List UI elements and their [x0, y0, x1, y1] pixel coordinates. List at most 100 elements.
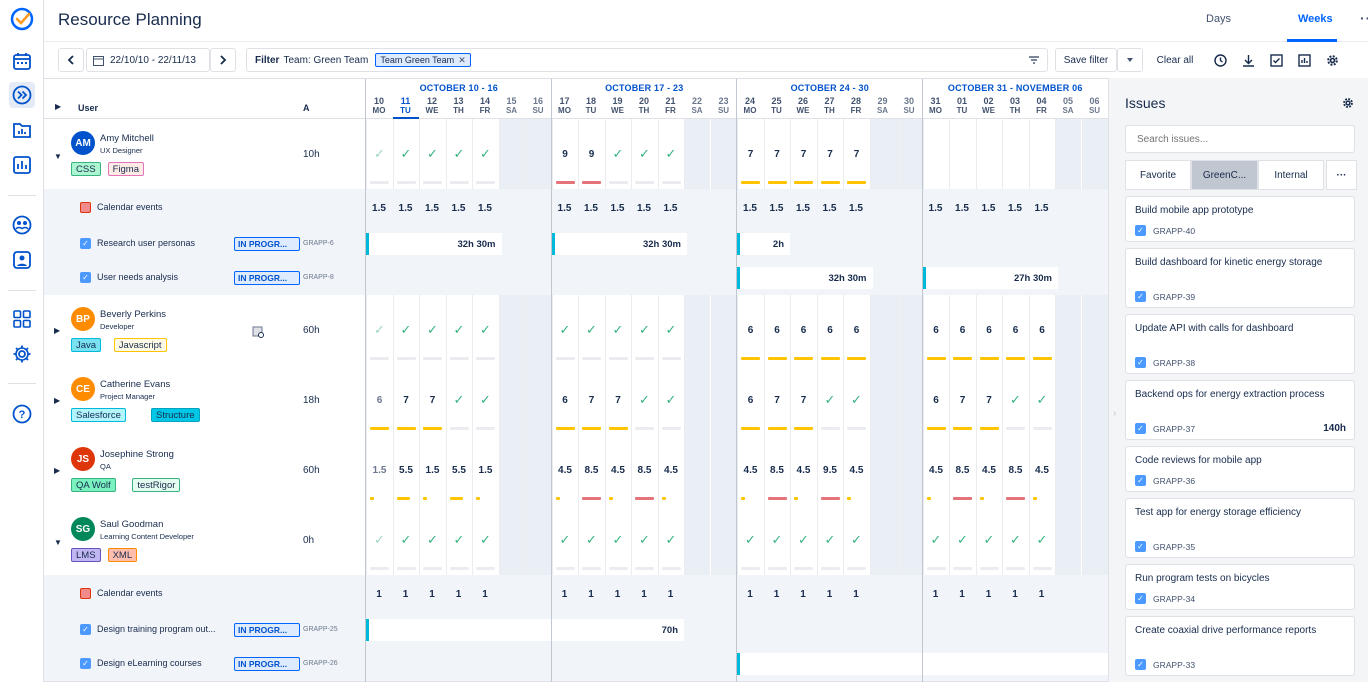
expand-caret-icon[interactable]: ▶ [54, 396, 60, 405]
calendar-blocked-icon[interactable] [252, 325, 264, 343]
day-cell[interactable] [869, 435, 896, 505]
day-cell[interactable]: 6 [843, 295, 869, 365]
subtask-label[interactable]: User needs analysis [97, 272, 178, 282]
subtask-label[interactable]: Design eLearning courses [97, 658, 202, 668]
day-cell[interactable]: ✓ [472, 295, 498, 365]
day-cell[interactable]: ✓ [578, 505, 604, 575]
day-cell[interactable]: ✓ [843, 365, 869, 435]
day-cell[interactable]: 6 [922, 295, 949, 365]
day-cell[interactable] [1081, 119, 1108, 189]
tab-weeks[interactable]: Weeks [1298, 13, 1333, 25]
day-cell[interactable]: ✓ [631, 119, 657, 189]
day-cell[interactable]: ✓ [472, 365, 498, 435]
reports-icon[interactable] [9, 152, 35, 178]
issues-tab-more[interactable]: ··· [1326, 160, 1357, 190]
day-cell[interactable]: 4.5 [790, 435, 816, 505]
day-cell[interactable]: 7 [790, 119, 816, 189]
user-row[interactable]: ▼ AM Amy Mitchell UX Designer CSS Figma 10h ✓ ✓ ✓… [44, 119, 1108, 189]
subtask-row[interactable]: Calendar events 1 1 1 1 1 1 1 1 1 1 1 1 1 1 1 1 1 1 1 1 [44, 575, 1108, 613]
day-cell[interactable]: 4.5 [975, 435, 1002, 505]
day-cell[interactable]: 6 [1028, 295, 1055, 365]
more-actions-button[interactable]: ··· [1360, 10, 1368, 26]
day-cell[interactable]: 7 [763, 365, 790, 435]
day-cell[interactable]: 4.5 [604, 435, 631, 505]
day-cell[interactable]: ✓ [419, 295, 445, 365]
day-cell[interactable] [1081, 435, 1108, 505]
day-cell[interactable]: 1.5 [472, 435, 498, 505]
issue-card[interactable]: Code reviews for mobile app ✓ GRAPP-36 [1125, 446, 1355, 492]
task-checkbox-icon[interactable]: ✓ [80, 658, 91, 669]
status-badge[interactable]: IN PROGR... [234, 237, 300, 251]
day-cell[interactable]: ✓ [419, 505, 445, 575]
collapse-caret-icon[interactable]: ▼ [54, 152, 62, 161]
day-cell[interactable]: 6 [975, 295, 1002, 365]
day-cell[interactable] [1055, 435, 1081, 505]
settings-gear-icon[interactable] [9, 341, 35, 367]
day-cell[interactable]: ✓ [657, 505, 684, 575]
day-cell[interactable] [949, 119, 975, 189]
day-cell[interactable] [896, 365, 922, 435]
issues-search-input[interactable] [1125, 125, 1355, 153]
close-icon[interactable]: ✕ [458, 55, 466, 66]
day-cell[interactable]: ✓ [1002, 505, 1028, 575]
day-cell[interactable] [1002, 119, 1028, 189]
workload-span[interactable]: 32h 30m [551, 233, 687, 255]
day-cell[interactable]: 4.5 [551, 435, 578, 505]
day-cell[interactable]: ✓ [604, 295, 631, 365]
task-checkbox-icon[interactable]: ✓ [80, 238, 91, 249]
save-filter-dropdown[interactable] [1117, 48, 1143, 72]
day-cell[interactable] [896, 435, 922, 505]
issue-card[interactable]: Create coaxial drive performance reports… [1125, 616, 1355, 676]
day-cell[interactable]: ✓ [816, 365, 843, 435]
day-cell[interactable]: ✓ [816, 505, 843, 575]
day-cell[interactable]: 8.5 [763, 435, 790, 505]
issue-key[interactable]: GRAPP-6 [303, 240, 334, 247]
subtask-label[interactable]: Calendar events [97, 202, 163, 212]
day-cell[interactable]: ✓ [843, 505, 869, 575]
user-row[interactable]: ▼ SG Saul Goodman Learning Content Develope… [44, 505, 1108, 575]
day-cell[interactable]: 5.5 [445, 435, 472, 505]
day-cell[interactable] [525, 365, 551, 435]
day-cell[interactable]: ✓ [392, 119, 419, 189]
subtask-label[interactable]: Design training program out... [97, 624, 216, 634]
app-logo-icon[interactable] [9, 6, 35, 32]
day-cell[interactable]: 7 [949, 365, 975, 435]
collapse-caret-icon[interactable]: ▼ [54, 538, 62, 547]
day-cell[interactable]: ✓ [631, 365, 657, 435]
day-cell[interactable] [684, 505, 710, 575]
date-range-picker[interactable]: 22/10/10 - 22/11/13 [86, 48, 210, 72]
day-cell[interactable] [1055, 119, 1081, 189]
user-name[interactable]: Beverly Perkins [100, 309, 166, 320]
subtask-row[interactable]: Calendar events 1.5 1.5 1.5 1.5 1.5 1.5 1.5 1.5 1… [44, 189, 1108, 227]
day-cell[interactable] [498, 295, 525, 365]
filter-chip[interactable]: Team Green Team ✕ [375, 53, 471, 67]
workload-span[interactable]: 32h 30m [366, 233, 502, 255]
user-name[interactable]: Catherine Evans [100, 379, 170, 390]
day-cell[interactable]: ✓ [445, 365, 472, 435]
subtask-row[interactable]: ✓ User needs analysis IN PROGR... GRAPP-8 32… [44, 261, 1108, 295]
day-cell[interactable]: 9 [551, 119, 578, 189]
clear-all-button[interactable]: Clear all [1149, 48, 1201, 72]
clock-icon[interactable] [1211, 51, 1229, 69]
day-cell[interactable]: 8.5 [1002, 435, 1028, 505]
day-cell[interactable] [1055, 295, 1081, 365]
tab-days[interactable]: Days [1206, 13, 1231, 25]
workload-span[interactable]: 27h 30m [922, 267, 1058, 289]
collapse-panel-handle[interactable]: › [1113, 408, 1116, 419]
day-cell[interactable] [684, 295, 710, 365]
workload-span[interactable] [737, 653, 1108, 675]
issue-card[interactable]: Update API with calls for dashboard ✓ GRAP… [1125, 314, 1355, 374]
day-cell[interactable]: 1.5 [366, 435, 392, 505]
day-cell[interactable]: 7 [816, 119, 843, 189]
issues-tab[interactable]: GreenC... [1191, 160, 1258, 190]
day-cell[interactable] [1081, 295, 1108, 365]
day-cell[interactable]: 6 [922, 365, 949, 435]
chart-icon[interactable] [1295, 51, 1313, 69]
day-cell[interactable] [710, 295, 737, 365]
day-cell[interactable] [498, 435, 525, 505]
user-profile-icon[interactable] [9, 247, 35, 273]
day-cell[interactable]: ✓ [445, 295, 472, 365]
day-cell[interactable]: ✓ [366, 505, 392, 575]
day-cell[interactable]: 8.5 [631, 435, 657, 505]
day-cell[interactable]: 6 [790, 295, 816, 365]
